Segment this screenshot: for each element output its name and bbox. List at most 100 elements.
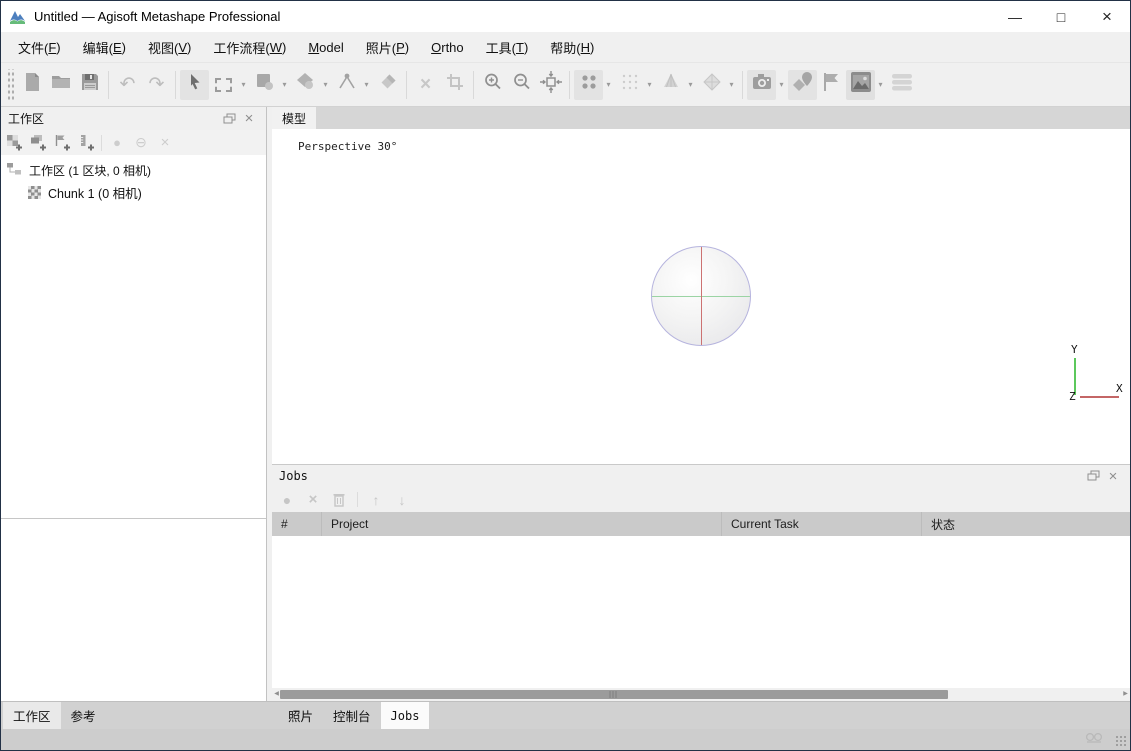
scroll-right-icon[interactable]: ▶ [1121, 688, 1130, 701]
save-project-button[interactable] [75, 70, 104, 100]
jobs-col-number[interactable]: # [272, 512, 322, 536]
jobs-float-button[interactable] [1083, 467, 1103, 485]
workspace-toolbar-separator [101, 135, 102, 151]
minimize-button[interactable]: — [992, 1, 1038, 32]
tiled-model-dropdown[interactable]: ▾ [726, 80, 737, 89]
point-cloud-dropdown[interactable]: ▾ [603, 80, 614, 89]
zoom-out-icon [511, 71, 533, 98]
show-images-dropdown[interactable]: ▾ [875, 80, 886, 89]
tree-item-workspace[interactable]: 工作区 (1 区块, 0 相机) [1, 159, 266, 181]
zoom-in-button[interactable] [478, 70, 507, 100]
add-chunk-button[interactable] [5, 134, 23, 152]
tab-reference[interactable]: 参考 [61, 702, 106, 729]
show-cameras-button[interactable] [747, 70, 776, 100]
jobs-close-button[interactable]: × [1103, 467, 1123, 485]
show-flags-button[interactable] [817, 70, 846, 100]
image-icon [849, 70, 873, 99]
app-logo-icon [9, 8, 26, 25]
tab-model[interactable]: 模型 [272, 107, 316, 129]
menu-edit[interactable]: 编辑(E) [72, 32, 137, 62]
crop-button[interactable] [440, 70, 469, 100]
jobs-cancel-icon[interactable]: × [305, 491, 321, 508]
horizontal-scrollbar[interactable]: ◀ ▶ [272, 688, 1130, 701]
show-markers-button[interactable] [788, 70, 817, 100]
menu-photo[interactable]: 照片(P) [355, 32, 420, 62]
delete-button[interactable]: × [411, 70, 440, 100]
cursor-arrow-icon [185, 72, 205, 97]
workspace-float-button[interactable] [219, 110, 239, 128]
scrollbar-thumb[interactable] [280, 690, 948, 699]
rotate-region-dropdown[interactable]: ▾ [320, 80, 331, 89]
tab-jobs[interactable]: Jobs [381, 702, 430, 729]
ruler-dropdown[interactable]: ▾ [361, 80, 372, 89]
enable-button[interactable]: ● [108, 134, 126, 152]
point-cloud-view-button[interactable] [574, 70, 603, 100]
trackball-sphere [651, 246, 751, 346]
remove-item-button[interactable]: × [156, 134, 174, 152]
eraser-tool-button[interactable] [373, 70, 402, 100]
new-document-button[interactable] [17, 70, 46, 100]
tree-item-chunk[interactable]: Chunk 1 (0 相机) [1, 181, 266, 203]
menu-help[interactable]: 帮助(H) [539, 32, 605, 62]
maximize-button[interactable]: □ [1038, 1, 1084, 32]
menu-ortho[interactable]: Ortho [420, 32, 475, 62]
reset-view-button[interactable] [536, 70, 565, 100]
shaded-view-dropdown[interactable]: ▾ [685, 80, 696, 89]
tiled-model-icon [701, 71, 723, 98]
resize-grip[interactable] [1115, 735, 1128, 748]
add-photos-button[interactable] [29, 134, 47, 152]
workspace-close-button[interactable]: × [239, 110, 259, 128]
rotate-object-dropdown[interactable]: ▾ [279, 80, 290, 89]
menu-view[interactable]: 视图(V) [137, 32, 202, 62]
jobs-run-icon[interactable]: ● [279, 492, 295, 508]
open-folder-icon [50, 71, 72, 98]
selection-dropdown[interactable]: ▾ [238, 80, 249, 89]
app-window: Untitled — Agisoft Metashape Professiona… [0, 0, 1131, 751]
close-button[interactable]: × [1084, 1, 1130, 32]
menu-tools[interactable]: 工具(T) [475, 32, 540, 62]
jobs-col-status[interactable]: 状态 [922, 512, 1130, 536]
ruler-tool-button[interactable] [332, 70, 361, 100]
document-tabbar: 模型 [272, 107, 1130, 129]
menu-file[interactable]: 文件(F) [7, 32, 72, 62]
new-document-icon [21, 71, 43, 98]
show-images-button[interactable] [846, 70, 875, 100]
axis-x-label: X [1116, 382, 1123, 395]
jobs-table-body [272, 536, 1130, 688]
dense-cloud-view-button[interactable] [615, 70, 644, 100]
layers-button[interactable] [887, 70, 916, 100]
tiled-model-view-button[interactable] [697, 70, 726, 100]
toolbar-separator [175, 71, 176, 99]
tab-workspace[interactable]: 工作区 [3, 702, 61, 729]
jobs-col-current-task[interactable]: Current Task [722, 512, 922, 536]
show-cameras-dropdown[interactable]: ▾ [776, 80, 787, 89]
add-marker-button[interactable] [53, 134, 71, 152]
tab-console[interactable]: 控制台 [323, 702, 381, 729]
open-project-button[interactable] [46, 70, 75, 100]
redo-button[interactable]: ↷ [142, 70, 171, 100]
jobs-move-up-icon[interactable]: ↑ [368, 492, 384, 508]
zoom-out-button[interactable] [507, 70, 536, 100]
rotate-object-button[interactable] [250, 70, 279, 100]
shaded-view-button[interactable] [656, 70, 685, 100]
tab-photos[interactable]: 照片 [278, 702, 323, 729]
rotate-region-button[interactable] [291, 70, 320, 100]
toolbar-drag-handle[interactable] [6, 69, 14, 101]
toolbar-separator [569, 71, 570, 99]
sphere-vertical-axis [701, 247, 702, 345]
save-floppy-icon [79, 71, 101, 98]
select-tool-button[interactable] [180, 70, 209, 100]
menu-workflow[interactable]: 工作流程(W) [202, 32, 297, 62]
add-scalebar-button[interactable] [77, 134, 95, 152]
rectangle-selection-button[interactable] [209, 70, 238, 100]
dense-cloud-dropdown[interactable]: ▾ [644, 80, 655, 89]
main-area: 模型 Perspective 30° Y Z X [272, 107, 1130, 701]
model-viewport[interactable]: Perspective 30° Y Z X [272, 129, 1130, 464]
disable-button[interactable]: ⊖ [132, 134, 150, 152]
crop-icon [445, 72, 465, 97]
jobs-move-down-icon[interactable]: ↓ [394, 492, 410, 508]
jobs-trash-icon[interactable] [331, 492, 347, 507]
menu-model[interactable]: Model [297, 32, 354, 62]
undo-button[interactable]: ↶ [113, 70, 142, 100]
jobs-col-project[interactable]: Project [322, 512, 722, 536]
